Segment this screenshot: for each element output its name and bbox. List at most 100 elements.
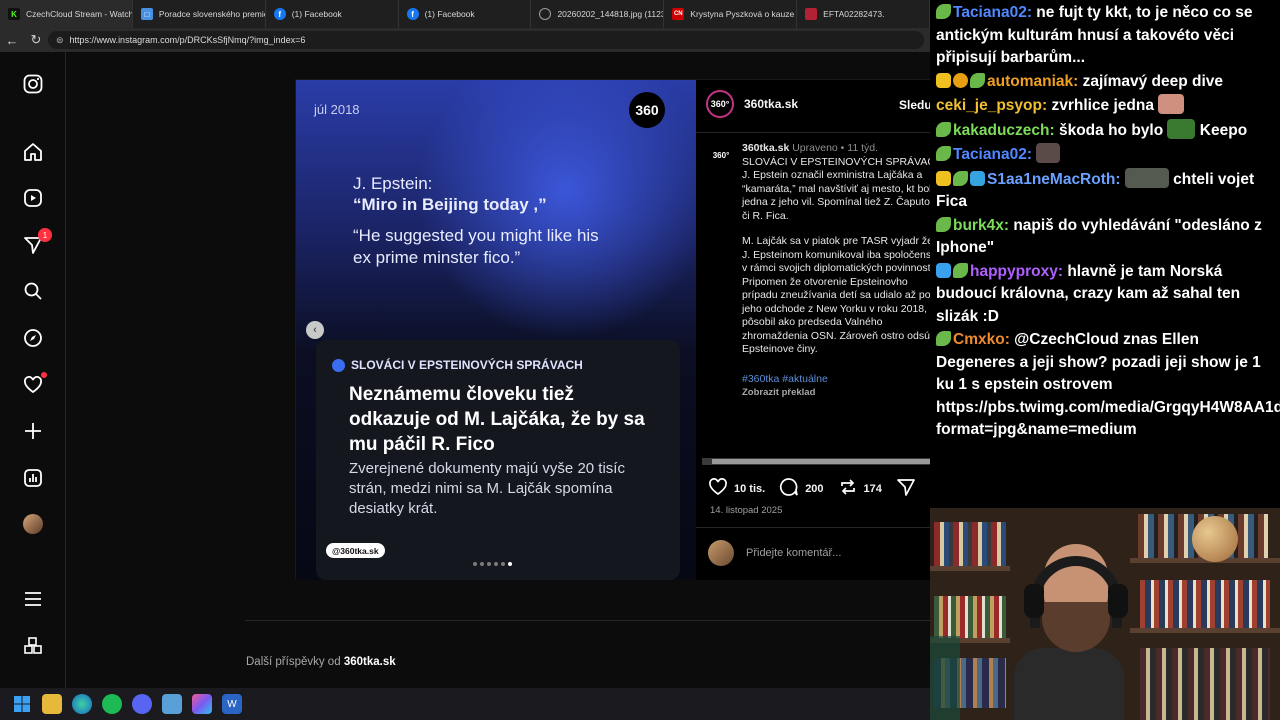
chat-username[interactable]: Taciana02 xyxy=(953,146,1027,163)
edge-icon[interactable] xyxy=(72,694,92,714)
post-caption: 360tka.sk Upraveno • 11 týd. SLOVÁCI V E… xyxy=(742,142,930,400)
divider xyxy=(245,620,930,621)
chat-username[interactable]: Cmxko xyxy=(953,331,1005,348)
comment-count[interactable]: 200 xyxy=(805,483,823,495)
search-icon[interactable] xyxy=(20,278,46,304)
chat-username[interactable]: automaniak xyxy=(987,73,1073,90)
quote-line-3: ex prime minster fico.” xyxy=(353,248,521,267)
notifications-heart-icon[interactable] xyxy=(20,372,47,398)
chat-username[interactable]: happyproxy xyxy=(970,263,1058,280)
leaf-badge-icon xyxy=(953,170,968,186)
back-icon[interactable]: ← xyxy=(0,28,24,52)
follow-button[interactable]: Sledu xyxy=(899,98,930,112)
comment-box[interactable]: Přidejte komentář... xyxy=(708,540,841,566)
browser-tab[interactable]: K CzechCloud Stream - Watch l xyxy=(0,0,133,28)
kick-icon: K xyxy=(8,8,20,20)
scrollbar-thumb[interactable] xyxy=(712,459,930,464)
chat-message: Taciana02: xyxy=(936,143,1274,167)
share-icon[interactable] xyxy=(896,477,916,500)
chat-separator: : xyxy=(1049,121,1059,139)
author-name[interactable]: 360tka.sk xyxy=(744,97,798,111)
facebook-icon: f xyxy=(273,8,286,20)
card-kicker: SLOVÁCI V EPSTEINOVÝCH SPRÁVACH xyxy=(332,358,583,372)
word-icon[interactable]: W xyxy=(222,694,242,714)
post-image-slide[interactable]: júl 2018 360 J. Epstein: “Miro in Beijin… xyxy=(296,80,696,580)
emote-icon xyxy=(1158,94,1185,114)
author-avatar[interactable]: 360° xyxy=(706,90,734,118)
site-info-icon[interactable]: ⊜ xyxy=(56,35,64,46)
menu-icon[interactable] xyxy=(20,586,46,612)
reels-icon[interactable] xyxy=(20,185,46,211)
repost-count[interactable]: 174 xyxy=(864,483,882,495)
more-posts-author[interactable]: 360tka.sk xyxy=(344,656,396,668)
browser-tab[interactable]: EFTA02282473. xyxy=(797,0,931,28)
browser-tab[interactable]: f (1) Facebook xyxy=(266,0,399,28)
translate-link[interactable]: Zobrazit překlad xyxy=(742,386,930,400)
messages-icon[interactable]: 1 xyxy=(20,228,52,258)
chat-username[interactable]: S1aa1neMacRoth xyxy=(987,171,1115,188)
crown-badge-icon xyxy=(936,72,951,88)
slide-dot[interactable] xyxy=(494,562,498,566)
slide-dot[interactable] xyxy=(480,562,484,566)
cube-badge-icon xyxy=(970,170,985,186)
browser-tab[interactable]: f (1) Facebook xyxy=(399,0,532,28)
previous-slide-icon[interactable]: ‹ xyxy=(306,321,324,339)
chat-username[interactable]: ceki_je_psyop xyxy=(936,97,1042,114)
caption-author[interactable]: 360tka.sk xyxy=(742,142,789,154)
caption-avatar[interactable]: 360° xyxy=(708,142,734,168)
url-field[interactable]: ⊜ https://www.instagram.com/p/DRCKsSfjNm… xyxy=(48,31,924,49)
home-icon[interactable] xyxy=(20,139,46,165)
like-count[interactable]: 10 tis. xyxy=(734,483,765,495)
tab-label: (1) Facebook xyxy=(424,9,475,19)
edited-label: Upraveno xyxy=(792,142,838,154)
tab-label: 20260202_144818.jpg (1123× xyxy=(557,9,665,19)
slide-dot[interactable] xyxy=(508,562,512,566)
apps-icon[interactable] xyxy=(20,633,46,659)
windows-taskbar: W xyxy=(0,688,930,720)
slide-dot[interactable] xyxy=(487,562,491,566)
chat-message: burk4x: napiš do vyhledávání "odesláno z… xyxy=(936,215,1274,260)
stream-chat: Taciana02: ne fujt ty kkt, to je něco co… xyxy=(930,0,1280,508)
kicker-text: SLOVÁCI V EPSTEINOVÝCH SPRÁVACH xyxy=(351,358,583,372)
chat-message: kakaduczech: škoda ho bylo Keepo xyxy=(936,118,1274,143)
chat-text: zvrhlice jedna xyxy=(1051,97,1159,114)
repost-icon[interactable] xyxy=(838,477,858,500)
create-icon[interactable] xyxy=(20,418,46,444)
comment-icon[interactable] xyxy=(779,477,799,500)
notepad-icon[interactable] xyxy=(162,694,182,714)
profile-avatar[interactable] xyxy=(20,511,46,537)
chat-username[interactable]: kakaduczech xyxy=(953,122,1050,139)
tab-label: Krystyna Pyszková o kauze Ep xyxy=(690,9,798,19)
chat-message: Cmxko: @CzechCloud znas Ellen Degeneres … xyxy=(936,329,1280,442)
discord-icon[interactable] xyxy=(132,694,152,714)
post-date: 14. listopad 2025 xyxy=(710,505,783,516)
windows-icon[interactable] xyxy=(12,694,32,714)
chat-username[interactable]: Taciana02 xyxy=(953,4,1027,21)
more-posts-prefix: Další příspěvky od xyxy=(246,656,341,668)
caption-hashtags[interactable]: #360tka #aktuálne xyxy=(742,373,930,387)
spotify-icon[interactable] xyxy=(102,694,122,714)
browser-tab[interactable]: 20260202_144818.jpg (1123× xyxy=(531,0,665,28)
browser-tab[interactable]: □ Poradce slovenského premiér xyxy=(133,0,266,28)
chat-separator: : xyxy=(1073,72,1083,90)
browser-tab[interactable]: CN Krystyna Pyszková o kauze Ep xyxy=(664,0,798,28)
copilot-icon[interactable] xyxy=(192,694,212,714)
file-explorer-icon[interactable] xyxy=(42,694,62,714)
horizontal-scrollbar[interactable] xyxy=(702,458,930,465)
chat-text: škoda ho bylo xyxy=(1058,121,1168,139)
crown-badge-icon xyxy=(936,170,951,186)
like-icon[interactable] xyxy=(708,477,728,500)
explore-icon[interactable] xyxy=(20,325,46,351)
chat-message: Taciana02: ne fujt ty kkt, to je něco co… xyxy=(936,2,1274,70)
dashboard-icon[interactable] xyxy=(20,465,46,491)
instagram-logo-icon[interactable] xyxy=(20,71,46,97)
comment-input[interactable]: Přidejte komentář... xyxy=(746,547,841,559)
leaf-badge-icon xyxy=(953,262,968,278)
quote-line-1: “Miro in Beijing today ,” xyxy=(353,195,547,214)
separator-dot: • xyxy=(840,142,845,154)
chat-username[interactable]: burk4x xyxy=(953,217,1004,234)
url-text: https://www.instagram.com/p/DRCKsSfjNmq/… xyxy=(69,35,306,45)
slide-dot[interactable] xyxy=(501,562,505,566)
slide-dot[interactable] xyxy=(473,562,477,566)
reload-icon[interactable]: ↻ xyxy=(24,28,48,52)
